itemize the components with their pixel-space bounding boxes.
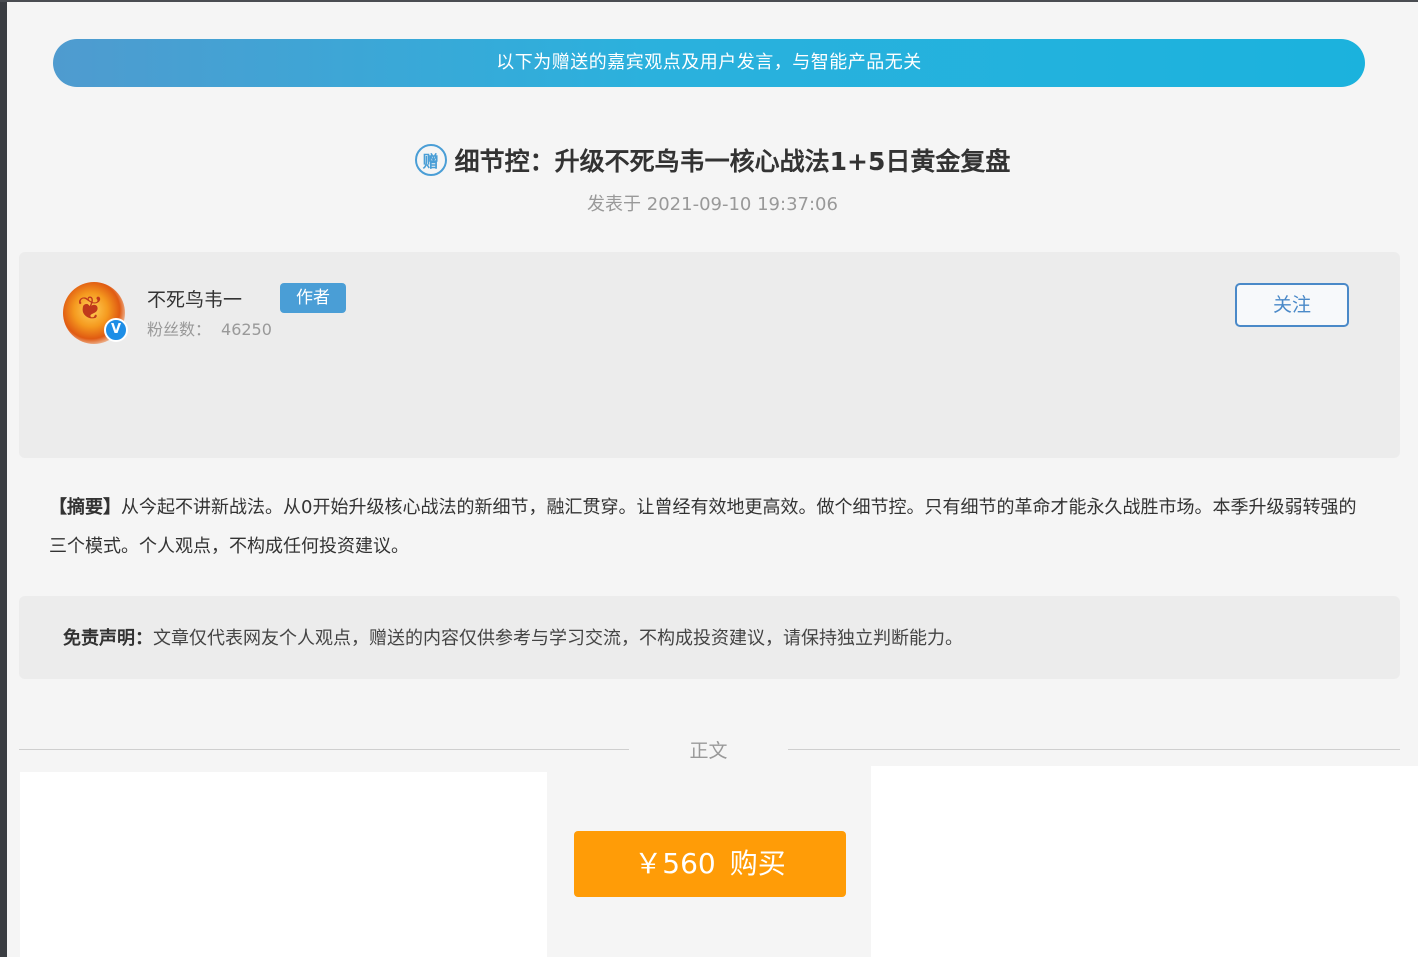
fans-count: 粉丝数： 46250 xyxy=(147,316,272,340)
summary-text: 从今起不讲新战法。从0开始升级核心战法的新细节，融汇贯穿。让曾经有效地更高效。做… xyxy=(49,497,1357,557)
article-title: 细节控：升级不死鸟韦一核心战法1+5日黄金复盘 xyxy=(454,147,1011,176)
author-name[interactable]: 不死鸟韦一 xyxy=(147,285,242,312)
disclaimer-label: 免责声明： xyxy=(63,628,153,649)
notice-banner: 以下为赠送的嘉宾观点及用户发言，与智能产品无关 xyxy=(53,39,1365,87)
buy-price: ￥560 xyxy=(634,847,716,880)
buy-label: 购买 xyxy=(729,847,786,880)
content-area-right xyxy=(871,766,1418,957)
disclaimer-text: 免责声明：文章仅代表网友个人观点，赠送的内容仅供参考与学习交流，不构成投资建议，… xyxy=(63,624,963,650)
verified-icon: V xyxy=(104,318,128,342)
fans-label: 粉丝数： xyxy=(147,320,212,339)
disclaimer-body: 文章仅代表网友个人观点，赠送的内容仅供参考与学习交流，不构成投资建议，请保持独立… xyxy=(153,628,963,649)
article-panel: 以下为赠送的嘉宾观点及用户发言，与智能产品无关 赠 细节控：升级不死鸟韦一核心战… xyxy=(7,2,1418,957)
divider-line-right xyxy=(788,749,1400,750)
body-divider-label: 正文 xyxy=(689,740,728,762)
summary-tag: 【摘要】 xyxy=(49,497,121,518)
window-edge-left xyxy=(0,0,7,957)
publish-date: 发表于 2021-09-10 19:37:06 xyxy=(587,194,838,215)
author-badge: 作者 xyxy=(280,283,346,313)
fans-value: 46250 xyxy=(221,320,272,339)
buy-button[interactable]: ￥560 购买 xyxy=(574,831,846,897)
divider-line-left xyxy=(19,749,629,750)
phoenix-icon: ❦ xyxy=(77,289,104,327)
article-summary: 【摘要】从今起不讲新战法。从0开始升级核心战法的新细节，融汇贯穿。让曾经有效地更… xyxy=(49,488,1359,566)
gift-icon: 赠 xyxy=(414,144,447,176)
content-area-left xyxy=(20,772,547,957)
author-card: ❦ V 不死鸟韦一 作者 粉丝数： 46250 关注 xyxy=(19,252,1400,458)
disclaimer-box: 免责声明：文章仅代表网友个人观点，赠送的内容仅供参考与学习交流，不构成投资建议，… xyxy=(19,596,1400,679)
follow-button[interactable]: 关注 xyxy=(1235,283,1349,327)
article-title-row: 赠 细节控：升级不死鸟韦一核心战法1+5日黄金复盘 xyxy=(7,140,1418,180)
